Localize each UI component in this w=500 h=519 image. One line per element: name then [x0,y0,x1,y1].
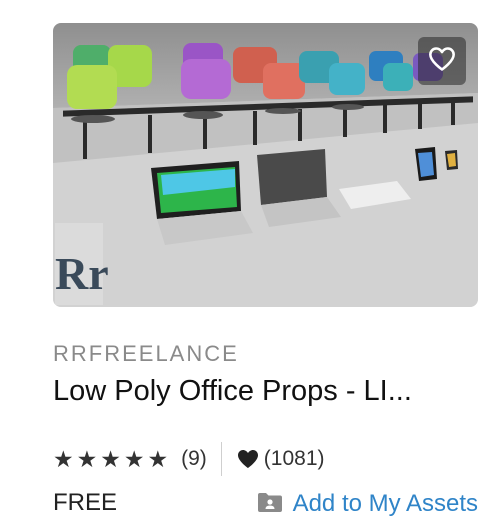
price-label: FREE [53,489,118,516]
star-filled-icon: ★ [147,445,169,472]
star-filled-icon: ★ [53,445,74,472]
asset-thumbnail[interactable]: Rr [53,23,478,307]
rating-row: ★ ★ ★ ★ ★ (9) (1081) [53,442,325,476]
seller-name[interactable]: RRFREELANCE [53,341,239,367]
asset-card[interactable]: Rr RRFREELANCE Low Poly Office Props - L… [53,23,478,517]
heart-outline-icon [428,46,456,77]
add-to-my-assets-button[interactable]: Add to My Assets [257,489,478,519]
thumbnail-image: Rr [53,43,478,307]
folder-user-icon [257,491,283,518]
wishlist-button[interactable] [418,37,466,85]
asset-title[interactable]: Low Poly Office Props - LI... [53,375,478,408]
heart-filled-icon [236,448,260,470]
rating-count: (9) [181,447,207,470]
star-filled-icon: ★ [76,445,98,472]
add-to-my-assets-label: Add to My Assets [292,490,478,517]
star-rating: ★ ★ ★ ★ ★ [53,445,171,472]
star-filled-icon: ★ [123,445,145,472]
star-filled-icon: ★ [100,445,121,472]
seller-logo-mark: Rr [55,248,109,299]
divider [220,442,222,476]
favorites-count: (1081) [263,447,325,470]
